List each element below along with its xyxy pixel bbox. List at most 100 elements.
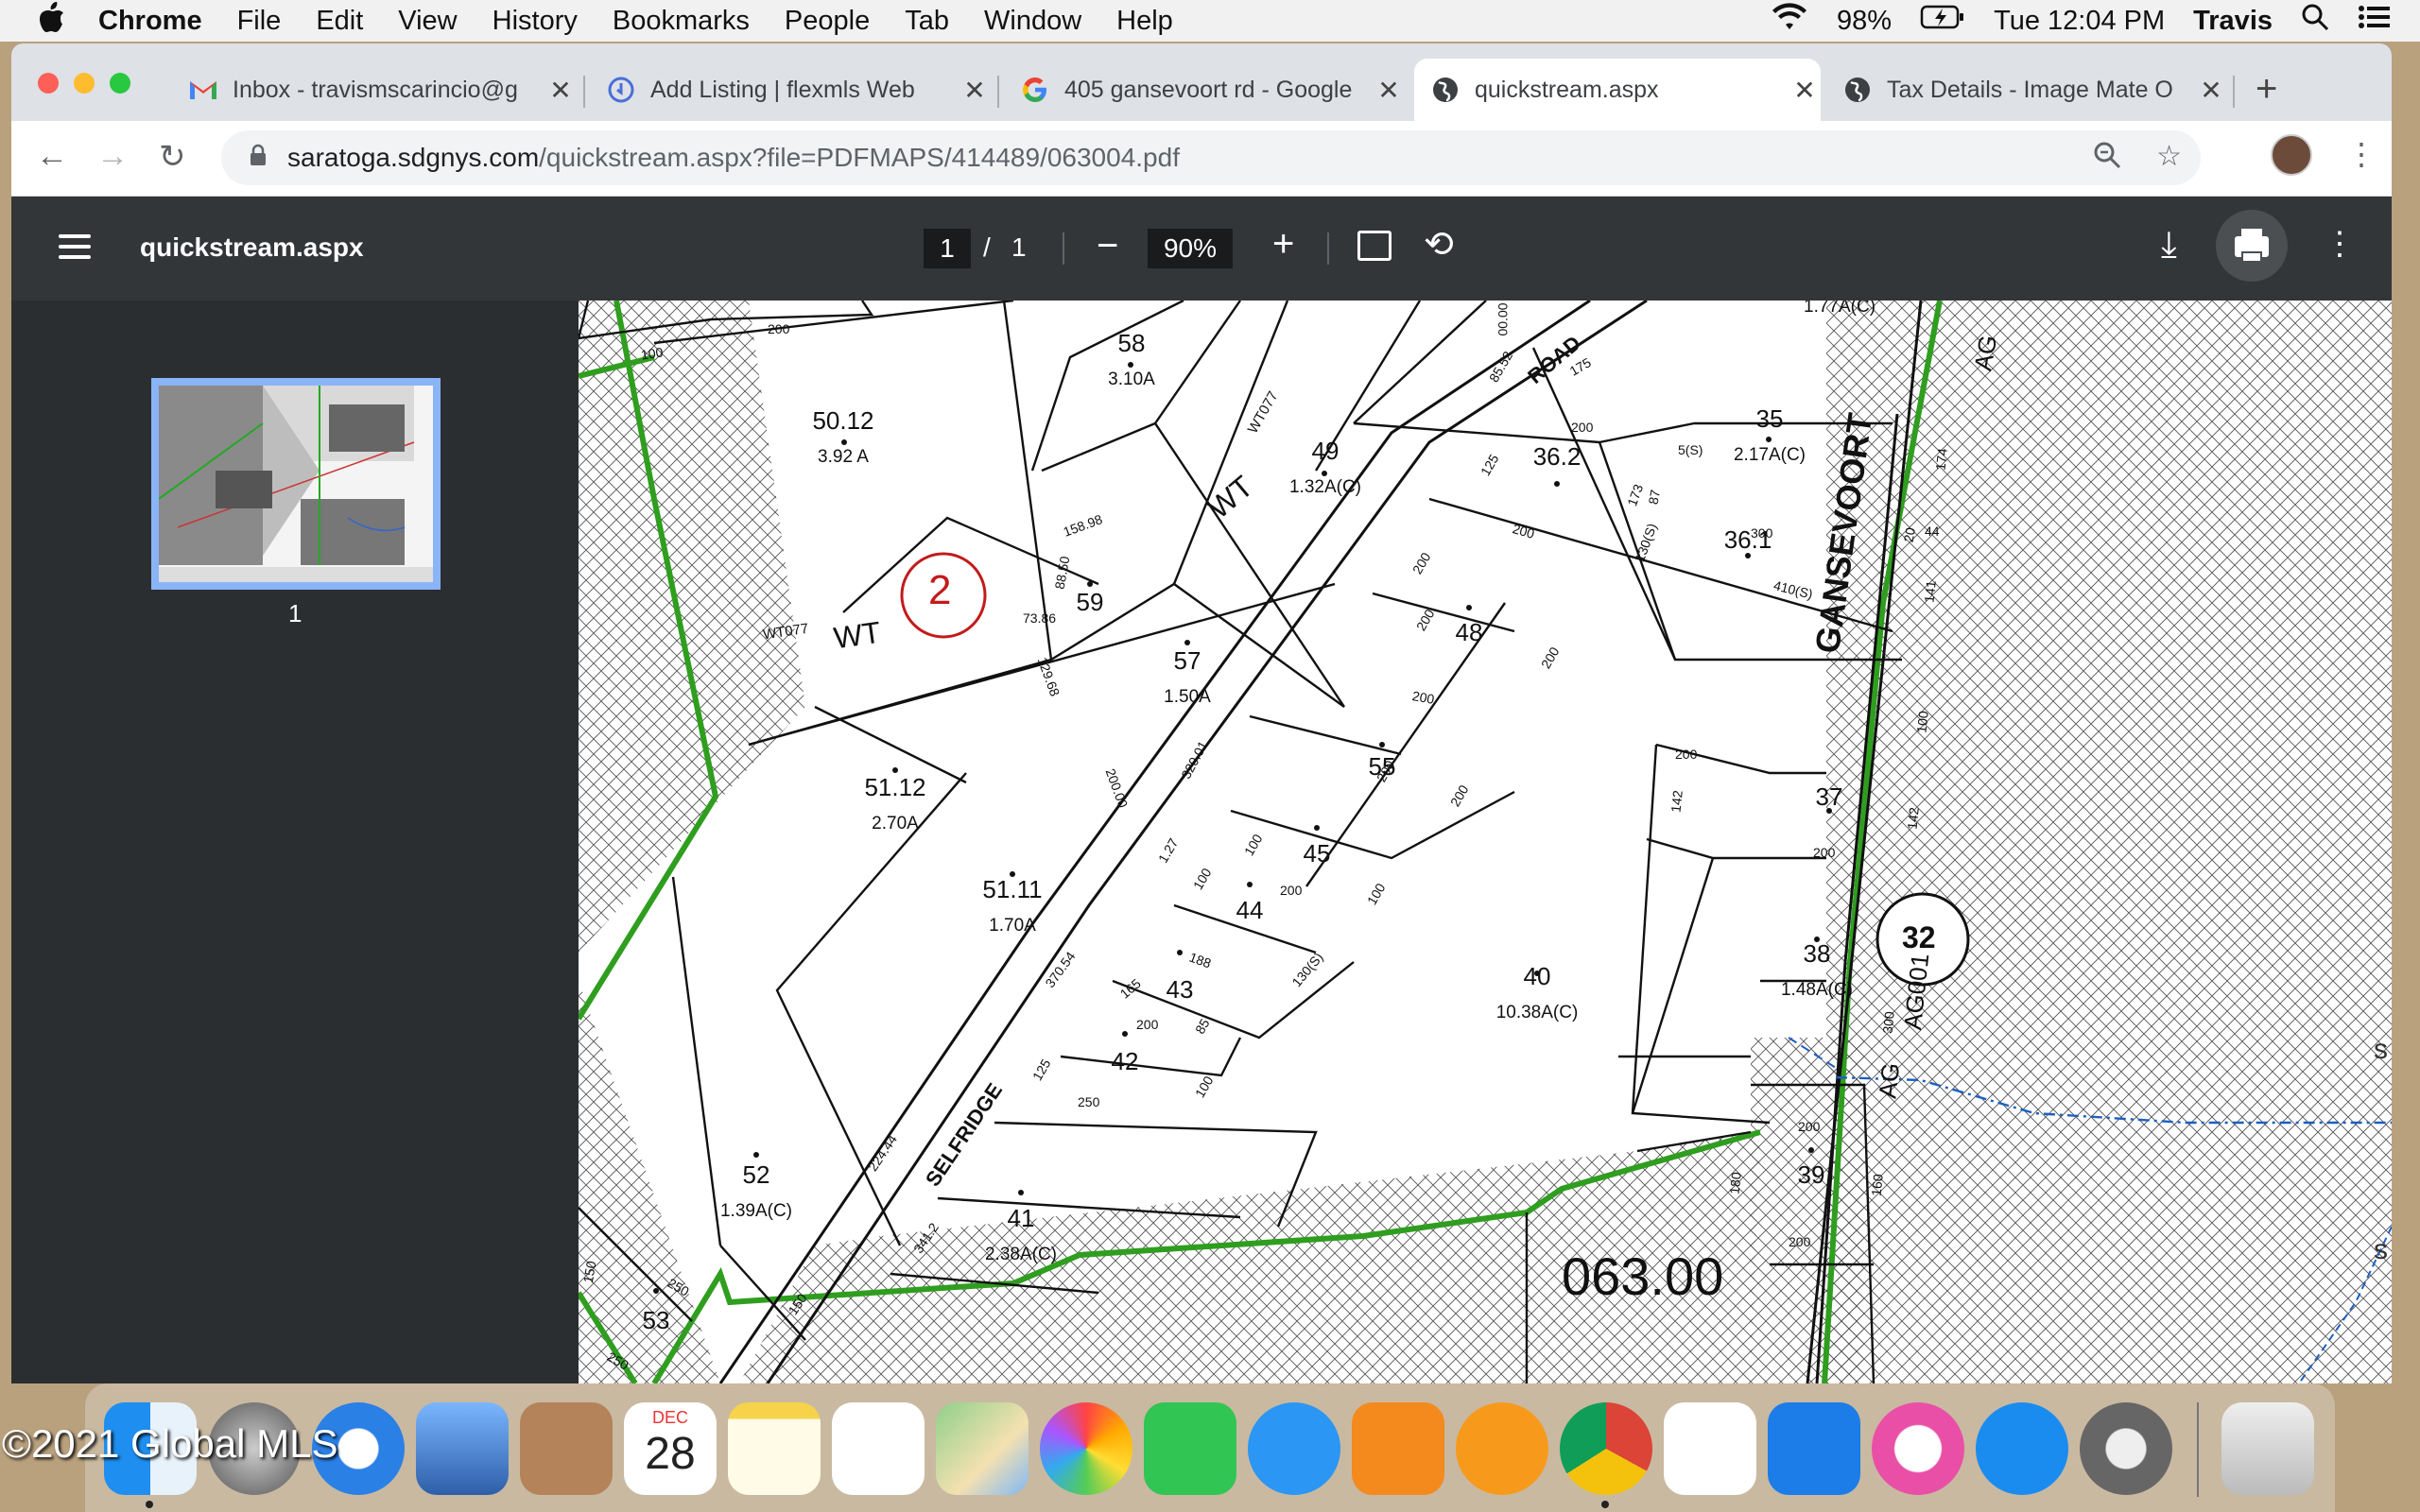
minimize-window-button[interactable] [74,73,95,94]
menu-window[interactable]: Window [984,6,1081,37]
parcel-label[interactable]: 40 10.38A(C) [1480,962,1594,1023]
wt-label: WT [1201,469,1260,525]
close-tab-icon[interactable]: ✕ [544,75,577,106]
callout-32-label: 32 [1902,920,1936,954]
parcel-label[interactable]: 35 2.17A(C) [1722,404,1817,466]
parcel-label[interactable]: 58 3.10A [1089,329,1174,390]
dimension-label: 150 [579,1260,599,1284]
print-button[interactable] [2216,210,2288,282]
numbers-icon[interactable] [1664,1402,1756,1495]
menu-tab[interactable]: Tab [905,6,949,37]
close-tab-icon[interactable]: ✕ [2195,75,2227,106]
chrome-menu-icon[interactable]: ⋮ [2346,136,2377,172]
zoom-level-input[interactable]: 90% [1148,229,1233,268]
parcel-label[interactable]: 50.12 3.92 A [796,406,890,468]
pdf-more-actions-icon[interactable]: ⋮ [2324,225,2356,263]
reload-icon[interactable]: ↻ [159,138,186,176]
spotlight-search-icon[interactable] [2301,3,2329,39]
forward-icon[interactable]: → [96,138,129,175]
tab-add-listing[interactable]: Add Listing | flexmls Web ✕ [590,59,991,121]
tab-tax-details[interactable]: Tax Details - Image Mate O ✕ [1826,59,2227,121]
parcel-label[interactable]: 41 2.38A(C) [969,1204,1073,1265]
download-icon[interactable]: ⤓ [2161,225,2177,266]
tab-inbox[interactable]: Inbox - travismscarincio@g ✕ [172,59,577,121]
app-store-icon[interactable] [1976,1402,2068,1495]
menu-edit[interactable]: Edit [316,6,363,37]
back-icon[interactable]: ← [36,138,68,175]
contacts-icon[interactable] [520,1402,613,1495]
parcel-label[interactable]: 48 [1441,618,1497,659]
control-center-icon[interactable] [2358,4,2392,38]
fit-to-page-icon[interactable] [1357,231,1392,261]
itunes-icon[interactable] [1872,1402,1964,1495]
menu-bookmarks[interactable]: Bookmarks [613,6,750,37]
photos-icon[interactable] [1040,1402,1132,1495]
dimension-label: 200 [1409,549,1434,577]
parcel-label[interactable]: 39 [1783,1160,1840,1201]
mail-icon[interactable] [416,1402,509,1495]
maps-icon[interactable] [936,1402,1028,1495]
lock-icon[interactable] [250,143,267,173]
dimension-label: 142 [1668,789,1685,814]
notes-icon[interactable] [728,1402,821,1495]
parcel-label[interactable]: 59 [1062,588,1118,628]
zoom-in-button[interactable]: + [1272,223,1294,266]
system-preferences-icon[interactable] [2080,1402,2172,1495]
zoom-out-button[interactable]: − [1097,225,1118,267]
reminders-icon[interactable] [832,1402,925,1495]
parcel-label[interactable]: 36.1 [1710,525,1786,566]
menu-history[interactable]: History [493,6,578,37]
close-window-button[interactable] [38,73,59,94]
parcel-label[interactable]: 45 [1288,839,1345,880]
parcel-label[interactable]: 57 1.50A [1145,646,1230,708]
menu-view[interactable]: View [398,6,457,37]
zoom-lens-icon[interactable] [2092,140,2122,178]
tab-quickstream[interactable]: quickstream.aspx ✕ [1414,59,1821,121]
parcel-label[interactable]: 51.11 1.70A [965,875,1060,936]
menubar-clock[interactable]: Tue 12:04 PM [1994,6,2165,37]
parcel-label[interactable]: 53 [628,1306,684,1347]
menubar-user[interactable]: Travis [2193,6,2273,37]
trash-icon[interactable] [2221,1402,2314,1495]
close-tab-icon[interactable]: ✕ [1373,75,1405,106]
sidebar-menu-icon[interactable] [59,234,91,266]
menu-app-name[interactable]: Chrome [98,6,202,37]
books-icon[interactable] [1456,1402,1548,1495]
close-tab-icon[interactable]: ✕ [1789,75,1821,106]
parcel-label[interactable]: 49 1.32A(C) [1273,437,1377,498]
profile-avatar[interactable] [2271,134,2312,176]
parcel-label[interactable]: 42 [1097,1047,1153,1088]
toolbar-divider [1063,232,1064,265]
dimension-label: 200 [1410,688,1436,707]
page-number-input[interactable]: 1 [924,229,971,268]
page-thumbnail[interactable] [151,378,441,590]
menu-help[interactable]: Help [1116,6,1173,37]
pages-icon[interactable] [1352,1402,1444,1495]
parcel-label[interactable]: 51.12 2.70A [848,773,942,834]
menu-file[interactable]: File [237,6,282,37]
address-bar[interactable]: saratoga.sdgnys.com/quickstream.aspx?fil… [221,130,2201,185]
dimension-label: 100 [1363,880,1389,908]
battery-charging-icon[interactable] [1920,5,1965,37]
menu-people[interactable]: People [785,6,870,37]
toolbar-divider [1327,232,1329,265]
new-tab-button[interactable]: + [2256,68,2277,111]
zoom-window-button[interactable] [110,73,130,94]
parcel-label[interactable]: 37 [1801,782,1858,823]
parcel-label[interactable]: 38 1.48A(C) [1765,939,1869,1001]
parcel-label[interactable]: 43 [1151,975,1208,1016]
parcel-label[interactable]: 44 [1221,896,1278,936]
wifi-icon[interactable] [1771,3,1808,39]
facetime-icon[interactable] [1144,1402,1236,1495]
tab-google-search[interactable]: 405 gansevoort rd - Google ✕ [1004,59,1405,121]
keynote-icon[interactable] [1768,1402,1860,1495]
rotate-icon[interactable]: ⟲ [1424,223,1454,266]
parcel-label[interactable]: 52 1.39A(C) [704,1160,808,1222]
parcel-label[interactable]: 36.2 [1519,442,1595,483]
messages-icon[interactable] [1248,1402,1340,1495]
chrome-icon[interactable] [1560,1402,1652,1495]
bookmark-star-icon[interactable]: ☆ [2156,140,2182,178]
calendar-icon[interactable]: DEC 28 [624,1402,717,1495]
close-tab-icon[interactable]: ✕ [959,75,991,106]
apple-icon[interactable] [38,1,66,41]
